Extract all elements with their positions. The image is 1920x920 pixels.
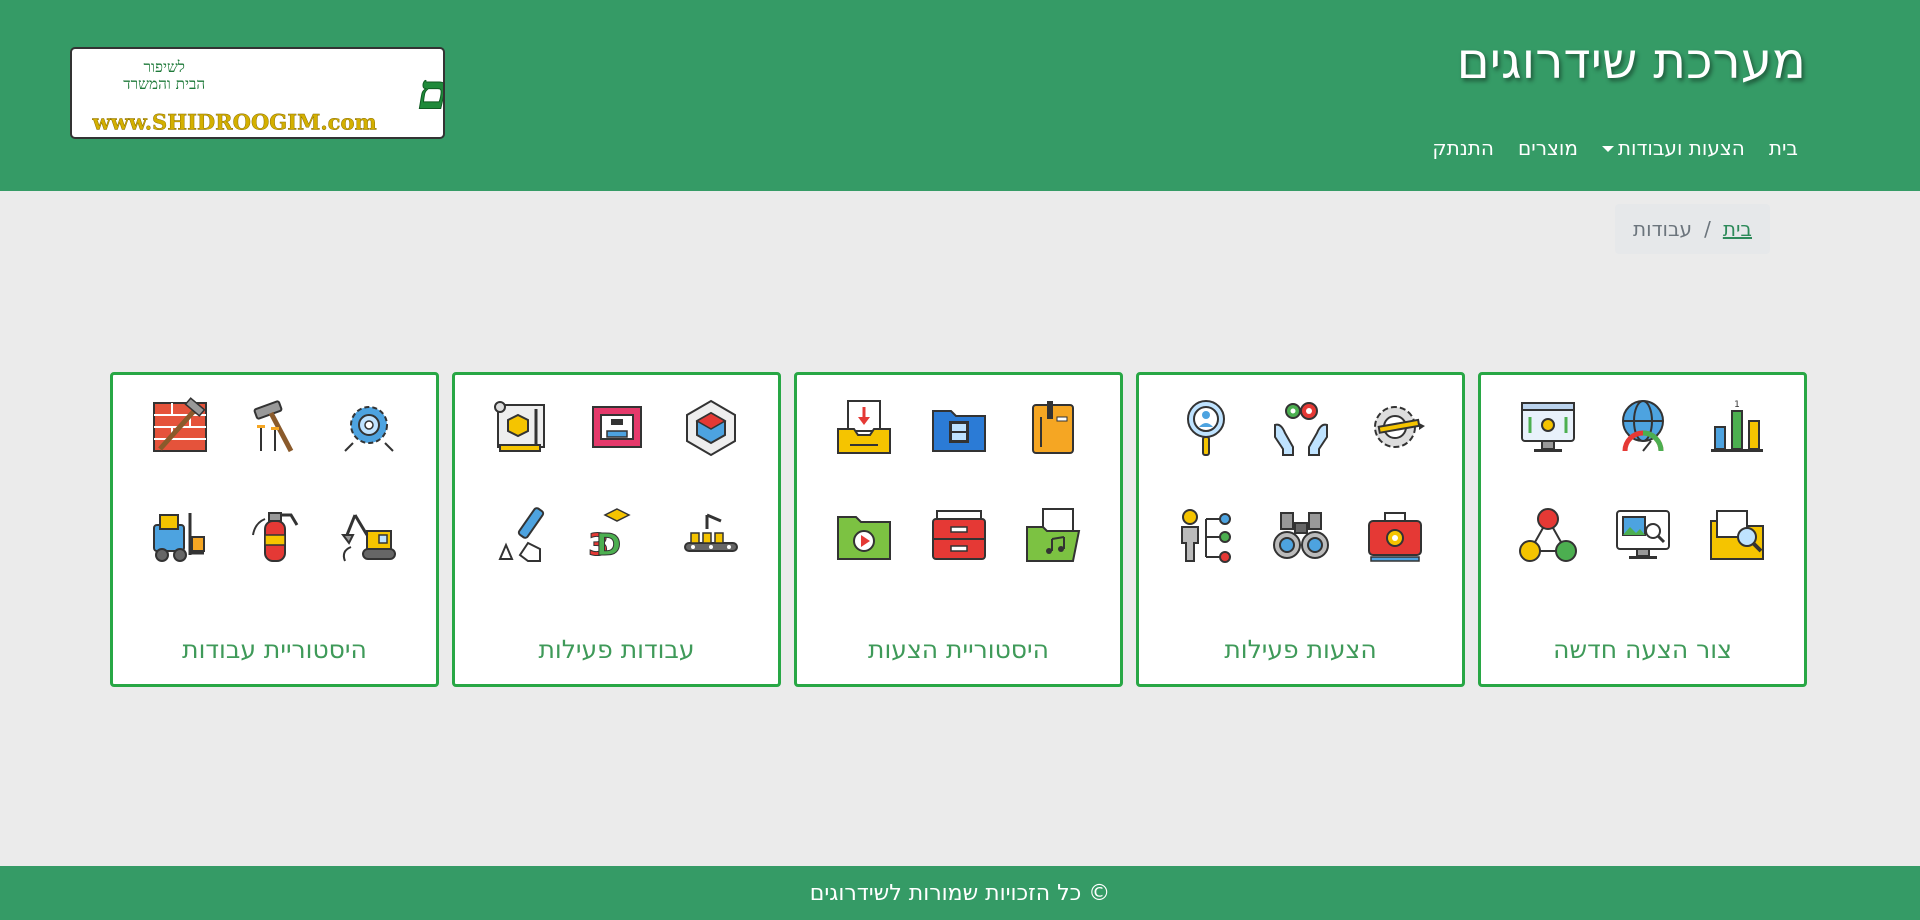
folder-search-icon [1690, 505, 1784, 565]
excavator-icon [322, 505, 416, 565]
forklift-icon [133, 505, 227, 565]
nav-offers-and-jobs-label: הצעות ועבודות [1617, 136, 1745, 160]
dashboard-cards: 1 צור הצעה חדשה הצעות פעילות היסטוריית ה… [110, 372, 1807, 687]
red-drawer-icon [911, 505, 1005, 565]
logo-main-text: שידרוגים [418, 64, 443, 120]
card-create-offer[interactable]: 1 צור הצעה חדשה [1478, 372, 1807, 687]
logo-graphic: שידרוגים לשיפור הבית והמשרד www.SHIDROOG… [91, 58, 443, 135]
video-folder-icon [911, 397, 1005, 457]
person-hierarchy-icon [1159, 505, 1253, 565]
network-links-icon [1501, 505, 1595, 565]
3d-pen-icon [475, 505, 569, 565]
card-active-offers[interactable]: הצעות פעילות [1136, 372, 1465, 687]
card-active-jobs[interactable]: 3D עבודות פעילות [452, 372, 781, 687]
card-title: הצעות פעילות [1224, 635, 1377, 664]
chevron-down-icon [1601, 146, 1614, 152]
card-icons: 1 [1501, 397, 1784, 565]
breadcrumb-current: עבודות [1633, 217, 1693, 241]
site-header: מערכת שידרוגים בית הצעות ועבודות מוצרים … [0, 0, 1920, 191]
image-search-monitor-icon [1595, 505, 1689, 565]
bar-chart-icon: 1 [1690, 397, 1784, 457]
music-folder-icon [1006, 505, 1100, 565]
fire-extinguisher-icon [227, 505, 321, 565]
nav-home[interactable]: בית [1769, 136, 1798, 160]
hands-gears-icon [1253, 397, 1347, 457]
site-title: מערכת שידרוגים [1456, 32, 1806, 90]
3d-printer-icon [569, 397, 663, 457]
globe-gauge-icon [1595, 397, 1689, 457]
monitor-settings-icon [1501, 397, 1595, 457]
breadcrumb-home[interactable]: בית [1723, 217, 1752, 241]
breadcrumb: בית / עבודות [1615, 204, 1770, 254]
conveyor-icon [664, 505, 758, 565]
3d-text-icon: 3D [569, 505, 663, 565]
card-icons [1159, 397, 1442, 565]
main-nav: בית הצעות ועבודות מוצרים התנתק [1432, 136, 1798, 160]
card-title: היסטוריית עבודות [182, 635, 367, 664]
card-title: צור הצעה חדשה [1553, 635, 1732, 664]
search-person-icon [1159, 397, 1253, 457]
gears-icon [322, 397, 416, 457]
card-icons [817, 397, 1100, 565]
cube-house-icon [664, 397, 758, 457]
orange-folder-icon [1006, 397, 1100, 457]
card-offers-history[interactable]: היסטוריית הצעות [794, 372, 1123, 687]
toolbox-icon [1348, 505, 1442, 565]
binoculars-icon [1253, 505, 1347, 565]
hammer-nails-icon [227, 397, 321, 457]
gear-pencil-icon [1348, 397, 1442, 457]
card-icons: 3D [475, 397, 758, 565]
logo-tagline-2: הבית והמשרד [123, 75, 205, 93]
nav-logout[interactable]: התנתק [1432, 136, 1494, 160]
card-icons [133, 397, 416, 565]
logo[interactable]: שידרוגים לשיפור הבית והמשרד www.SHIDROOG… [70, 47, 445, 139]
svg-text:1: 1 [1734, 400, 1740, 410]
card-title: היסטוריית הצעות [868, 635, 1049, 664]
card-title: עבודות פעילות [538, 635, 695, 664]
blueprint-icon [475, 397, 569, 457]
copyright-text: © כל הזכויות שמורות לשידרוגים [809, 880, 1111, 906]
breadcrumb-separator: / [1704, 217, 1711, 241]
inbox-download-icon [817, 397, 911, 457]
nav-products[interactable]: מוצרים [1518, 136, 1578, 160]
card-jobs-history[interactable]: היסטוריית עבודות [110, 372, 439, 687]
site-footer: © כל הזכויות שמורות לשידרוגים [0, 866, 1920, 920]
logo-tagline-1: לשיפור [144, 58, 185, 76]
brick-hammer-icon [133, 397, 227, 457]
play-folder-icon [817, 505, 911, 565]
nav-offers-and-jobs[interactable]: הצעות ועבודות [1601, 136, 1745, 160]
svg-text:D: D [596, 528, 621, 563]
logo-url: www.SHIDROOGIM.com [92, 109, 377, 134]
